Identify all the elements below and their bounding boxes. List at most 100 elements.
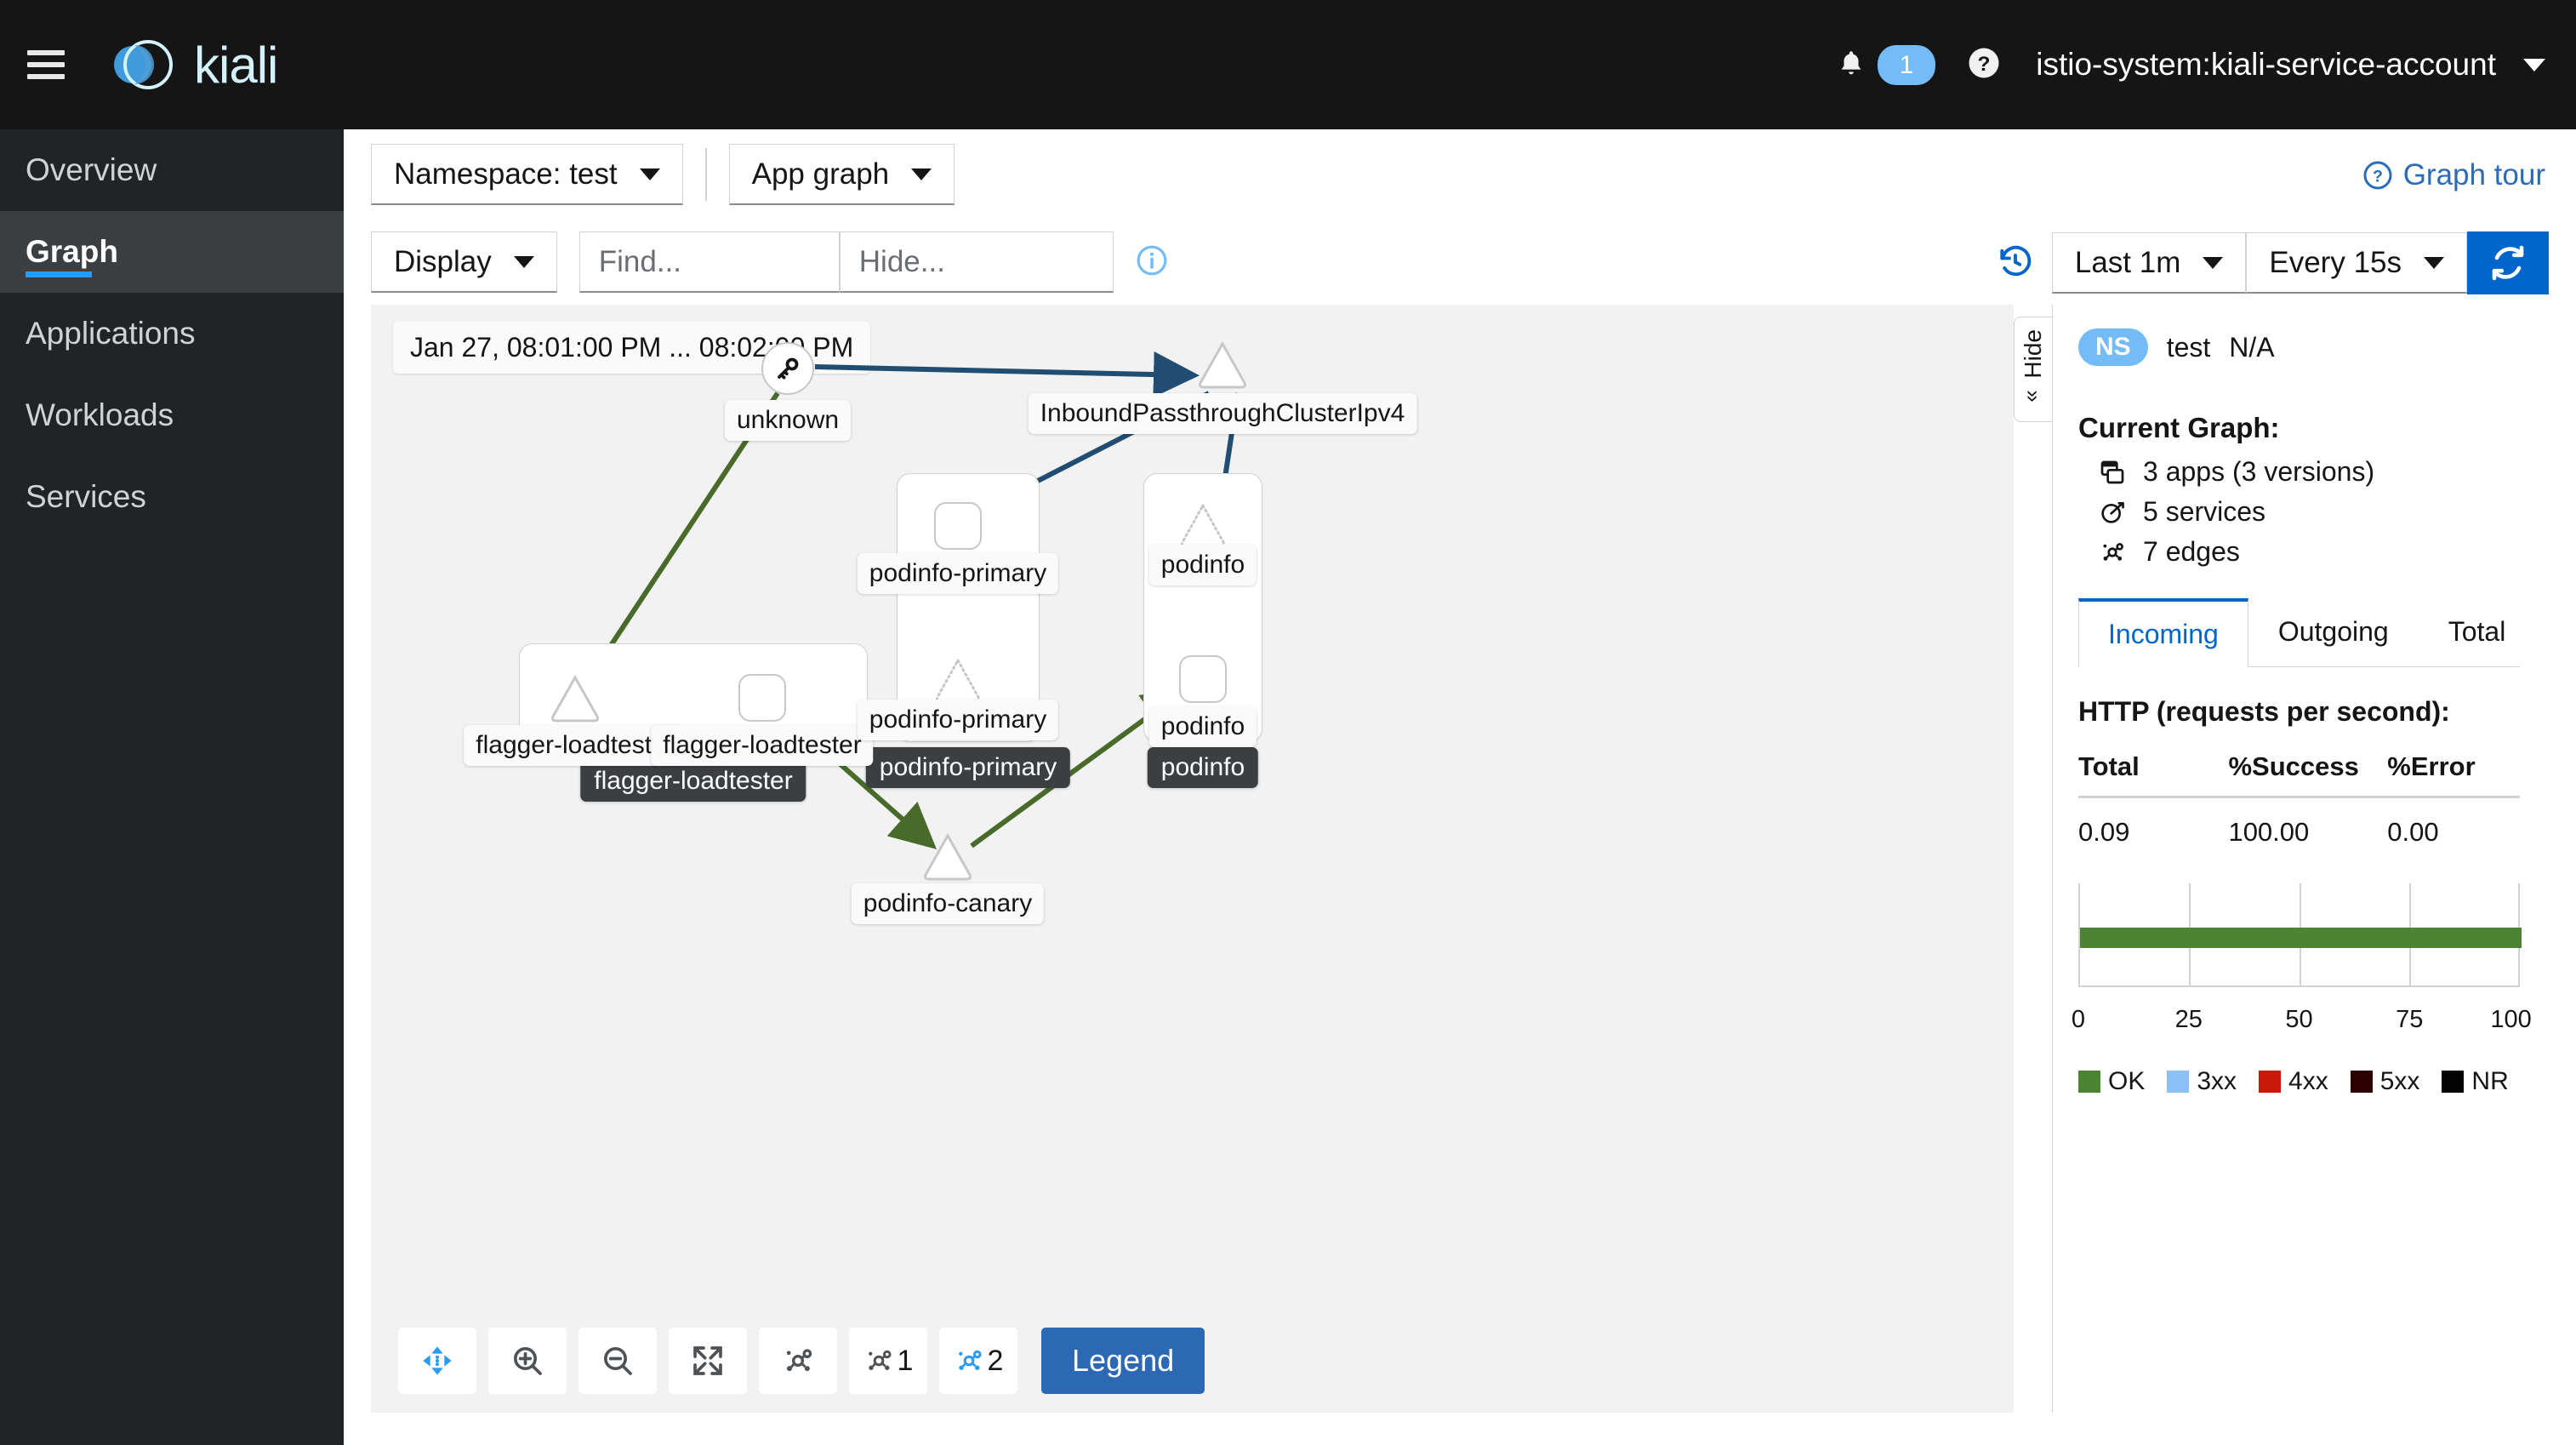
- layout-1-icon[interactable]: 1: [849, 1328, 927, 1394]
- refresh-controls: Last 1m Every 15s: [1998, 231, 2549, 294]
- legend-item-3xx[interactable]: 3xx: [2167, 1067, 2237, 1096]
- services-icon: [2101, 501, 2124, 523]
- info-icon[interactable]: [1136, 244, 1168, 281]
- layout-2-icon[interactable]: 2: [939, 1328, 1017, 1394]
- duration-select[interactable]: Last 1m: [2051, 232, 2247, 294]
- sidebar-item-services[interactable]: Services: [0, 456, 344, 538]
- graph-node-podinfo-canary[interactable]: [920, 831, 976, 883]
- refresh-button[interactable]: [2467, 231, 2549, 294]
- layout-1-count: 1: [897, 1344, 914, 1377]
- sidebar-item-label: Graph: [26, 234, 118, 269]
- graph-node-inbound[interactable]: [1194, 339, 1251, 391]
- sidebar: Overview Graph Applications Workloads Se…: [0, 129, 344, 1445]
- masthead-actions: 1 ? istio-system:kiali-service-account: [1837, 44, 2576, 85]
- masthead: kiali 1 ? istio-system:kiali-service-acc…: [0, 0, 2576, 129]
- zoom-out-icon[interactable]: [578, 1328, 657, 1394]
- sidebar-item-workloads[interactable]: Workloads: [0, 374, 344, 456]
- legend-item-nr[interactable]: NR: [2442, 1067, 2509, 1096]
- graph-tour-link[interactable]: ? Graph tour: [2362, 158, 2545, 192]
- duration-select-label: Last 1m: [2074, 245, 2181, 279]
- brand-logo-group[interactable]: kiali: [105, 28, 278, 101]
- chevron-down-icon[interactable]: [2523, 58, 2545, 71]
- tick-label: 100: [2490, 1006, 2532, 1033]
- graph-node-flagger-loadtester-service[interactable]: [547, 672, 603, 725]
- group-label-flagger-loadtester: flagger-loadtester: [580, 761, 806, 802]
- current-graph-title: Current Graph:: [2078, 412, 2280, 443]
- main-content: Namespace: test App graph ? Graph tour D…: [344, 129, 2576, 1445]
- http-metrics-table: Total %Success %Error 0.09 100.00 0.00: [2078, 751, 2520, 848]
- legend-item-4xx[interactable]: 4xx: [2259, 1067, 2328, 1096]
- legend-item-ok[interactable]: OK: [2078, 1067, 2145, 1096]
- stat-edges: 7 edges: [2099, 536, 2520, 568]
- bar-segment-ok: [2080, 928, 2522, 948]
- legend-swatch: [2259, 1071, 2282, 1093]
- sidebar-item-overview[interactable]: Overview: [0, 129, 344, 211]
- zoom-in-icon[interactable]: [488, 1328, 567, 1394]
- sidebar-item-applications[interactable]: Applications: [0, 293, 344, 374]
- group-label-podinfo-primary: podinfo-primary: [865, 747, 1071, 788]
- graph-type-select[interactable]: App graph: [728, 144, 955, 205]
- notifications-button[interactable]: 1: [1837, 44, 1936, 85]
- namespace-summary-row: NS test N/A: [2078, 328, 2520, 366]
- kiali-logo-icon: [105, 28, 179, 101]
- legend-label: OK: [2108, 1067, 2146, 1095]
- tab-outgoing[interactable]: Outgoing: [2248, 598, 2419, 666]
- graph-node-podinfo-primary-version[interactable]: [934, 502, 982, 550]
- drag-pan-icon[interactable]: [398, 1328, 476, 1394]
- hamburger-icon[interactable]: [27, 50, 65, 79]
- svg-text:?: ?: [2373, 168, 2383, 186]
- tick-label: 75: [2396, 1006, 2424, 1033]
- legend-item-5xx[interactable]: 5xx: [2350, 1067, 2419, 1096]
- refresh-interval-select[interactable]: Every 15s: [2246, 232, 2467, 294]
- fit-screen-icon[interactable]: [669, 1328, 747, 1394]
- layout-default-icon[interactable]: [759, 1328, 837, 1394]
- tab-total[interactable]: Total: [2419, 598, 2536, 666]
- legend-button[interactable]: Legend: [1041, 1328, 1205, 1394]
- hide-side-panel-tab[interactable]: Hide »: [2014, 317, 2052, 422]
- graph-node-podinfo-version[interactable]: [1179, 655, 1227, 703]
- stat-services: 5 services: [2099, 496, 2520, 528]
- table-header-row: Total %Success %Error: [2078, 751, 2520, 798]
- refresh-interval-label: Every 15s: [2269, 245, 2402, 279]
- cell-error: 0.00: [2387, 817, 2439, 847]
- sidebar-item-label: Workloads: [26, 397, 174, 432]
- refresh-icon: [2492, 245, 2524, 281]
- stat-edges-text: 7 edges: [2143, 536, 2240, 567]
- group-label-podinfo: podinfo: [1147, 747, 1259, 788]
- help-circle-icon: ?: [2363, 161, 2392, 190]
- graph-node-unknown[interactable]: [761, 342, 814, 395]
- help-icon[interactable]: ?: [1966, 45, 2002, 85]
- find-input[interactable]: Find...: [578, 231, 840, 293]
- graph-bottom-toolbar: 1 2 Legend: [398, 1328, 1205, 1394]
- history-rewind-icon[interactable]: [1998, 243, 2033, 283]
- chevron-down-icon: [911, 168, 932, 180]
- brand-name: kiali: [194, 36, 278, 94]
- tab-incoming[interactable]: Incoming: [2078, 598, 2248, 667]
- toolbar-divider: [704, 148, 707, 201]
- hide-tab-label: Hide: [2020, 328, 2047, 379]
- svg-text:?: ?: [1978, 52, 1991, 75]
- traffic-tabs: Incoming Outgoing Total: [2078, 598, 2520, 667]
- sidebar-item-graph[interactable]: Graph: [0, 211, 344, 293]
- graph-node-label-inbound: InboundPassthroughClusterIpv4: [1028, 393, 1417, 434]
- graph-node-flagger-loadtester-version[interactable]: [738, 674, 786, 722]
- graph-node-podinfo-primary-service[interactable]: [932, 655, 984, 705]
- user-account-label[interactable]: istio-system:kiali-service-account: [2036, 47, 2496, 83]
- cell-total: 0.09: [2078, 817, 2130, 847]
- sidebar-item-label: Services: [26, 479, 146, 514]
- stat-services-text: 5 services: [2143, 496, 2266, 527]
- hide-input[interactable]: Hide...: [839, 231, 1114, 293]
- graph-node-label-pi-svc: podinfo: [1148, 545, 1257, 585]
- display-select[interactable]: Display: [371, 231, 557, 293]
- ns-badge: NS: [2078, 328, 2148, 366]
- graph-canvas[interactable]: Jan 27, 08:01:00 PM ... 08:02:00 PM flag…: [371, 305, 2015, 1413]
- graph-node-podinfo-service[interactable]: [1177, 500, 1229, 550]
- http-metrics-title: HTTP (requests per second):: [2078, 696, 2450, 727]
- namespace-select[interactable]: Namespace: test: [371, 144, 683, 205]
- chevron-down-icon: [2424, 256, 2444, 269]
- axis-baseline: [2078, 985, 2520, 987]
- sidebar-item-label: Overview: [26, 152, 157, 187]
- graph-node-label-pp-ver: podinfo-primary: [857, 553, 1059, 594]
- graph-toolbar-secondary: Display Find... Hide... Last 1m Every 15…: [344, 220, 2576, 305]
- layout-2-count: 2: [987, 1344, 1004, 1377]
